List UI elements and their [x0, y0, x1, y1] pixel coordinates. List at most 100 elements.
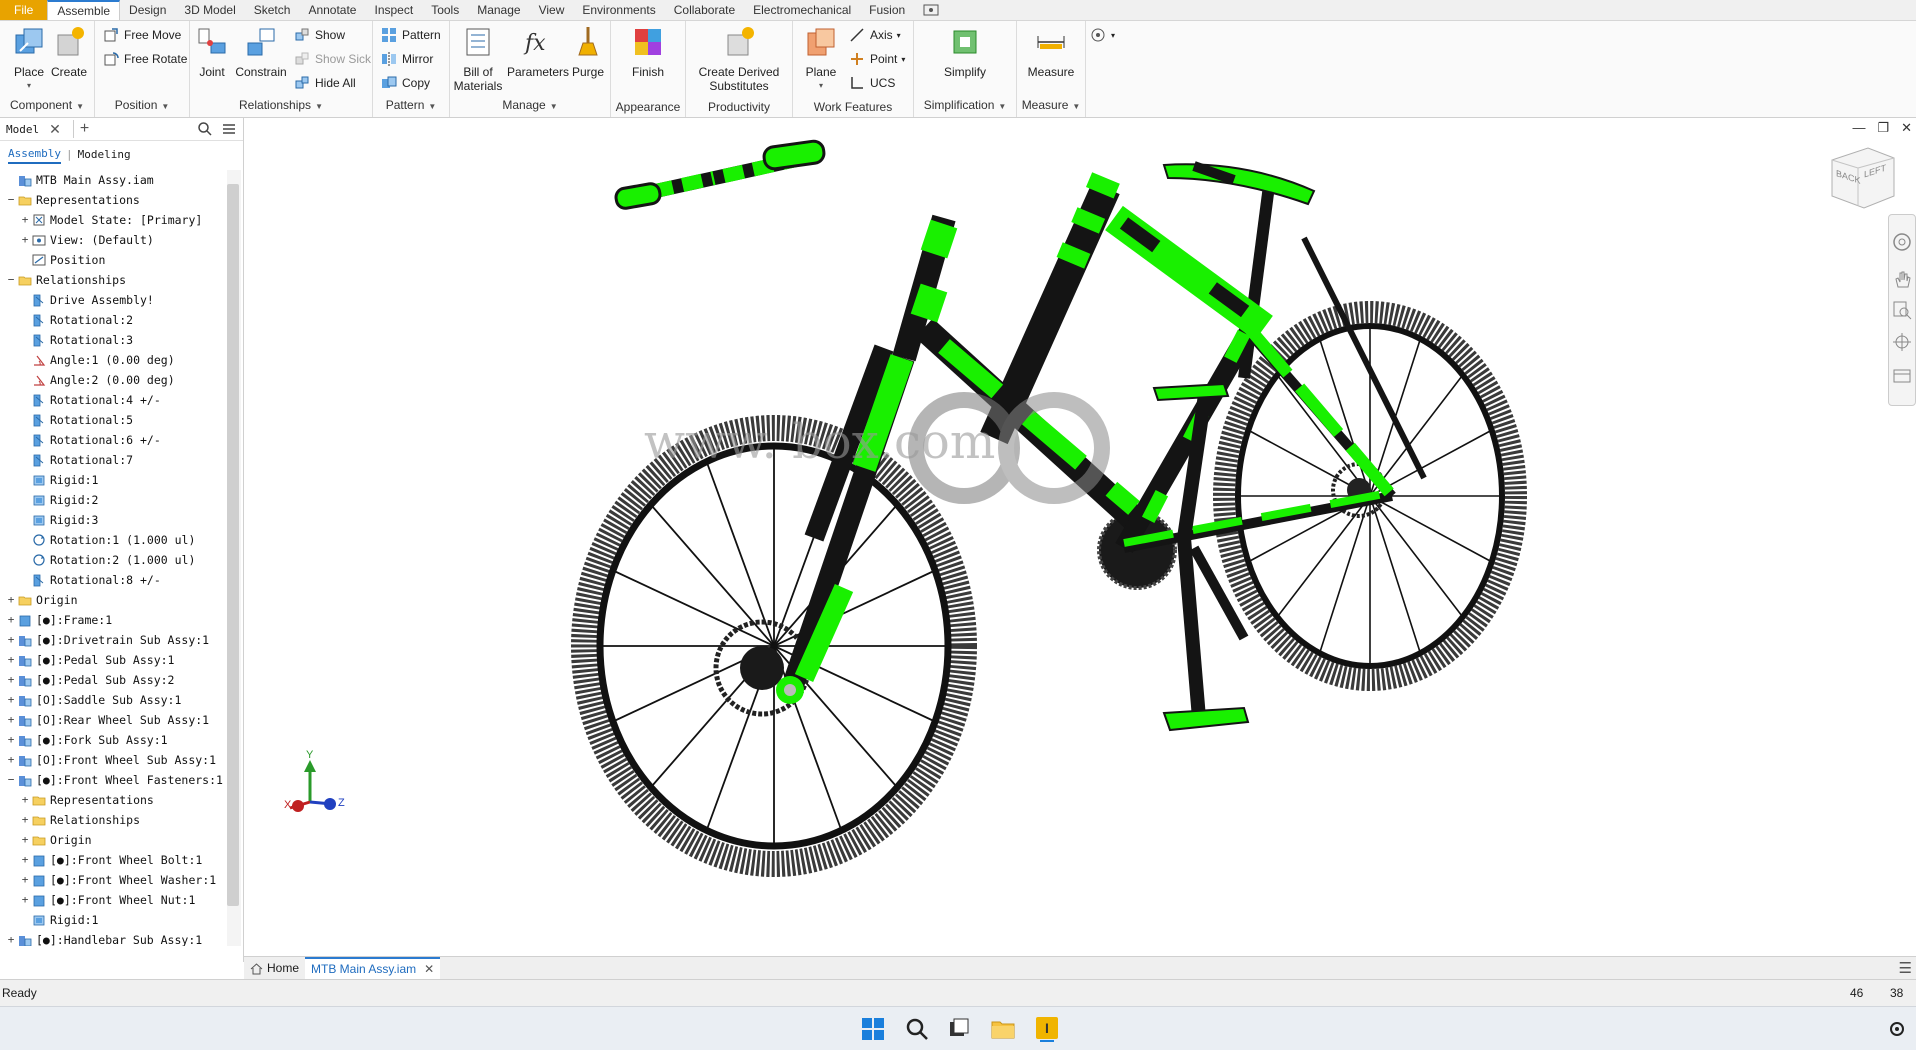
expand-icon[interactable]: +	[20, 810, 30, 830]
tree-node[interactable]: Rigid:1	[0, 470, 226, 490]
expand-icon[interactable]: +	[6, 730, 16, 750]
expand-icon[interactable]: +	[20, 870, 30, 890]
add-browser-icon[interactable]: +	[72, 120, 89, 138]
file-explorer-icon[interactable]	[990, 1016, 1016, 1042]
tree-node[interactable]: + Relationships	[0, 810, 226, 830]
tree-node[interactable]: Rotational:6 +/-	[0, 430, 226, 450]
tree-node[interactable]: + [●]:Front Wheel Bolt:1	[0, 850, 226, 870]
measure-panel-label[interactable]: Measure ▼	[1017, 97, 1085, 115]
expand-icon[interactable]: +	[6, 630, 16, 650]
tree-node[interactable]: Rotational:3	[0, 330, 226, 350]
tab-manage[interactable]: Manage	[468, 0, 529, 20]
pan-hand-icon[interactable]	[1891, 269, 1913, 291]
point-button[interactable]: Point ▾	[849, 49, 905, 69]
viewcube[interactable]: BACK LEFT	[1824, 142, 1898, 212]
tree-node[interactable]: − Relationships	[0, 270, 226, 290]
create-derived-substitutes-button[interactable]: Create Derived Substitutes	[692, 25, 786, 93]
tab-fusion[interactable]: Fusion	[860, 0, 914, 20]
simplify-button[interactable]: Simplify	[936, 25, 994, 79]
tree-node[interactable]: Rotational:8 +/-	[0, 570, 226, 590]
steering-wheel-icon[interactable]	[1891, 231, 1913, 253]
tab-tools[interactable]: Tools	[422, 0, 468, 20]
tree-node[interactable]: Drive Assembly!	[0, 290, 226, 310]
expand-icon[interactable]: +	[6, 710, 16, 730]
collapse-icon[interactable]: −	[6, 770, 16, 790]
tree-node[interactable]: + [●]:Fork Sub Assy:1	[0, 730, 226, 750]
tree-node[interactable]: Rotational:5	[0, 410, 226, 430]
tab-modeling[interactable]: Modeling	[78, 148, 131, 161]
zoom-icon[interactable]	[1891, 299, 1913, 321]
tray-settings-icon[interactable]	[1884, 1016, 1910, 1042]
joint-button[interactable]: Joint	[190, 25, 234, 79]
taskbar-search-icon[interactable]	[904, 1016, 930, 1042]
tab-sketch[interactable]: Sketch	[245, 0, 300, 20]
tree-node[interactable]: + Representations	[0, 790, 226, 810]
expand-icon[interactable]: +	[6, 670, 16, 690]
tab-file[interactable]: File	[0, 0, 48, 20]
close-browser-icon[interactable]: ✕	[49, 121, 61, 138]
tab-environments[interactable]: Environments	[573, 0, 664, 20]
collapse-icon[interactable]: −	[6, 190, 16, 210]
inventor-app-icon[interactable]: I	[1034, 1016, 1060, 1042]
finish-button[interactable]: Finish	[619, 25, 677, 79]
tree-node[interactable]: + [●]:Pedal Sub Assy:1	[0, 650, 226, 670]
document-tab-mtb-main-assy[interactable]: MTB Main Assy.iam ✕	[305, 957, 441, 979]
tree-node[interactable]: Position	[0, 250, 226, 270]
tree-node[interactable]: + [●]:Front Wheel Nut:1	[0, 890, 226, 910]
tree-node[interactable]: + [O]:Front Wheel Sub Assy:1	[0, 750, 226, 770]
tab-view[interactable]: View	[530, 0, 574, 20]
expand-icon[interactable]: +	[6, 690, 16, 710]
tree-node[interactable]: + [●]:Drivetrain Sub Assy:1	[0, 630, 226, 650]
tree-node[interactable]: − [●]:Front Wheel Fasteners:1	[0, 770, 226, 790]
copy-button[interactable]: Copy	[381, 73, 430, 93]
expand-icon[interactable]: +	[6, 610, 16, 630]
tree-node[interactable]: MTB Main Assy.iam	[0, 170, 226, 190]
mirror-button[interactable]: Mirror	[381, 49, 433, 69]
task-view-icon[interactable]	[946, 1016, 972, 1042]
expand-icon[interactable]: +	[20, 230, 30, 250]
expand-icon[interactable]: +	[20, 850, 30, 870]
tab-inspect[interactable]: Inspect	[365, 0, 422, 20]
free-move-button[interactable]: Free Move	[103, 25, 181, 45]
expand-icon[interactable]: +	[6, 590, 16, 610]
graphics-viewport[interactable]: — ❐ ✕ www. box.com Y X Z BACK LEFT	[244, 118, 1916, 956]
tree-node[interactable]: + View: (Default)	[0, 230, 226, 250]
expand-icon[interactable]: +	[20, 210, 30, 230]
tab-collaborate[interactable]: Collaborate	[665, 0, 744, 20]
tree-node[interactable]: Rotational:7	[0, 450, 226, 470]
tab-annotate[interactable]: Annotate	[299, 0, 365, 20]
tree-node[interactable]: Angle:2 (0.00 deg)	[0, 370, 226, 390]
tree-node[interactable]: + Model State: [Primary]	[0, 210, 226, 230]
bill-of-materials-button[interactable]: Bill of Materials	[450, 25, 506, 93]
free-rotate-button[interactable]: Free Rotate	[103, 49, 187, 69]
tree-node[interactable]: Rotation:1 (1.000 ul)	[0, 530, 226, 550]
ucs-button[interactable]: UCS	[849, 73, 895, 93]
tree-node[interactable]: + Origin	[0, 590, 226, 610]
tree-node[interactable]: Rotational:4 +/-	[0, 390, 226, 410]
tree-node[interactable]: Rigid:2	[0, 490, 226, 510]
tree-node[interactable]: Angle:1 (0.00 deg)	[0, 350, 226, 370]
tree-node[interactable]: + [●]:Handlebar Sub Assy:1	[0, 930, 226, 946]
simplification-panel-label[interactable]: Simplification ▼	[914, 97, 1016, 115]
tree-node[interactable]: + [●]:Pedal Sub Assy:2	[0, 670, 226, 690]
manage-panel-label[interactable]: Manage ▼	[450, 97, 610, 115]
tree-node[interactable]: Rotational:2	[0, 310, 226, 330]
tab-list-menu-icon[interactable]: ☰	[1899, 959, 1912, 977]
collapse-icon[interactable]: −	[6, 270, 16, 290]
expand-icon[interactable]: +	[20, 790, 30, 810]
show-sick-button[interactable]: Show Sick	[294, 49, 371, 69]
expand-icon[interactable]: +	[20, 890, 30, 910]
tree-node[interactable]: Rigid:3	[0, 510, 226, 530]
tab-electromechanical[interactable]: Electromechanical	[744, 0, 860, 20]
search-icon[interactable]	[197, 121, 213, 137]
constrain-button[interactable]: Constrain	[232, 25, 290, 79]
tree-node[interactable]: + Origin	[0, 830, 226, 850]
expand-icon[interactable]: +	[20, 830, 30, 850]
close-document-tab-icon[interactable]: ✕	[424, 959, 434, 979]
hide-all-button[interactable]: Hide All	[294, 73, 356, 93]
parameters-button[interactable]: fx Parameters	[506, 25, 570, 79]
ribbon-display-toggle-icon[interactable]	[914, 0, 948, 20]
tree-node[interactable]: + [O]:Rear Wheel Sub Assy:1	[0, 710, 226, 730]
tree-node[interactable]: + [●]:Frame:1	[0, 610, 226, 630]
expand-icon[interactable]: +	[6, 650, 16, 670]
